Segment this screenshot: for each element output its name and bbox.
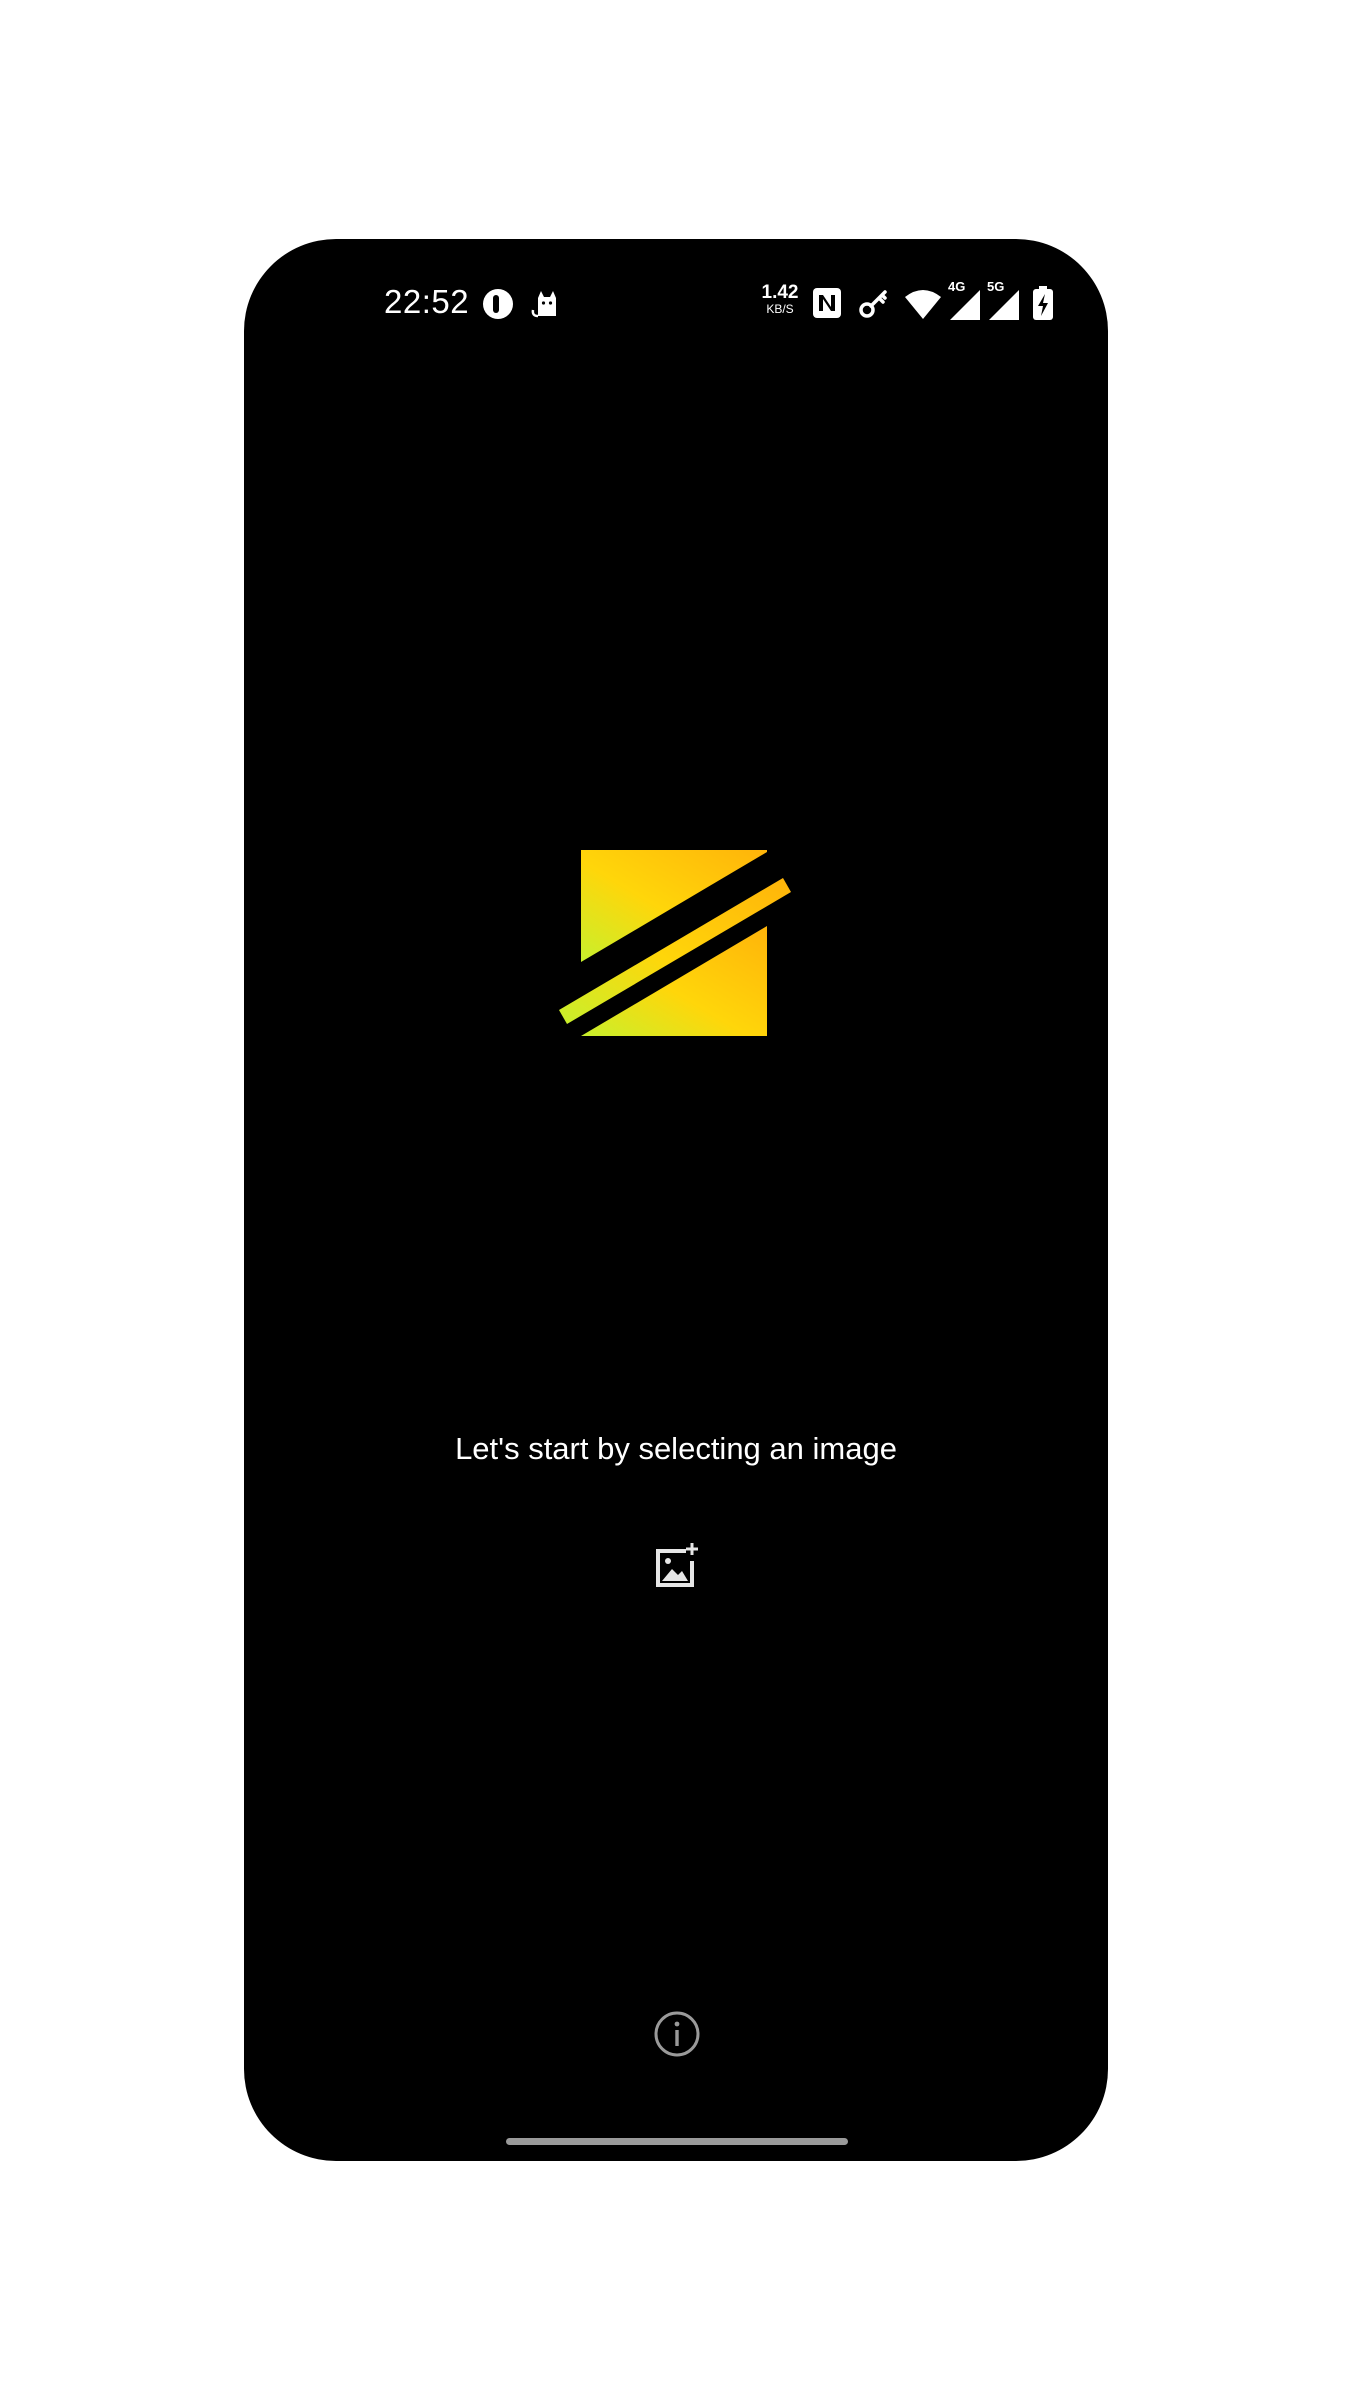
battery-charging-icon	[1033, 286, 1053, 320]
select-image-prompt: Let's start by selecting an image	[455, 1431, 897, 1466]
cat-icon	[531, 291, 556, 318]
phone-screen: 22:52 1.42 KB/S 4G 5G Let's start by sel…	[244, 239, 1108, 2161]
status-bar: 22:52 1.42 KB/S 4G 5G	[244, 275, 1108, 335]
home-indicator[interactable]	[506, 2138, 848, 2145]
nfc-icon	[813, 288, 841, 318]
app-logo	[559, 850, 791, 1036]
signal-5g-icon	[989, 290, 1019, 320]
info-icon[interactable]	[653, 2010, 701, 2058]
status-time: 22:52	[384, 283, 470, 320]
network-speed-value: 1.42	[761, 282, 799, 303]
add-image-icon[interactable]	[652, 1541, 702, 1591]
wifi-icon	[905, 290, 941, 319]
network-speed-unit: KB/S	[766, 302, 794, 316]
key-icon	[859, 290, 887, 318]
signal-4g-icon	[950, 290, 980, 320]
ring-icon	[483, 289, 513, 319]
network-speed: 1.42 KB/S	[756, 283, 804, 315]
